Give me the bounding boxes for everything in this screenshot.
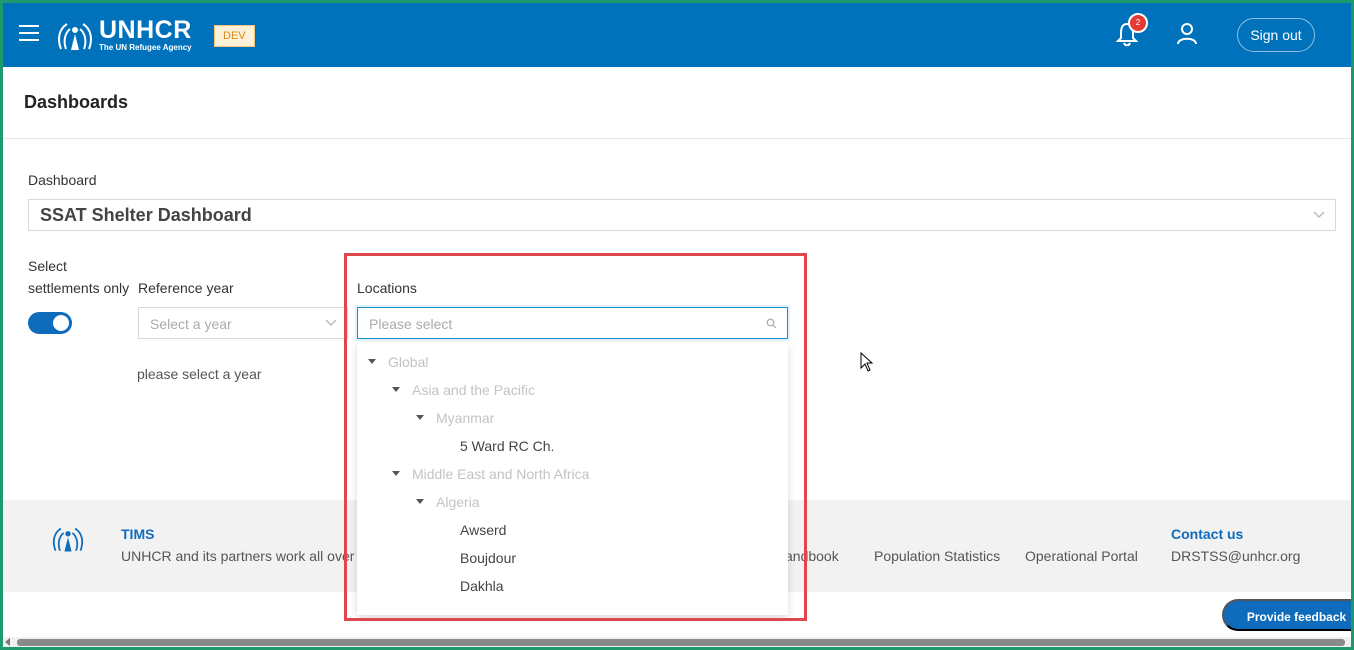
- caret-down-icon[interactable]: [368, 359, 376, 364]
- footer-contact-title: Contact us: [1171, 526, 1244, 542]
- env-badge: DEV: [214, 25, 255, 47]
- caret-down-icon[interactable]: [416, 415, 424, 420]
- scrollbar-thumb[interactable]: [17, 639, 1345, 646]
- brand-tagline: The UN Refugee Agency: [99, 43, 192, 52]
- brand-name: UNHCR: [99, 16, 192, 44]
- footer-link-handbook[interactable]: andbook: [785, 548, 839, 564]
- footer-title: TIMS: [121, 526, 155, 542]
- footer-description: UNHCR and its partners work all over t: [121, 548, 361, 564]
- tree-node-myanmar: Myanmar: [436, 410, 495, 426]
- toggle-knob: [53, 315, 69, 331]
- user-icon[interactable]: [1175, 21, 1199, 45]
- tree-node-5-ward-rc[interactable]: 5 Ward RC Ch.: [460, 438, 554, 454]
- tree-node-awserd[interactable]: Awserd: [460, 522, 506, 538]
- scroll-left-icon[interactable]: [5, 638, 10, 646]
- caret-down-icon[interactable]: [392, 471, 400, 476]
- unhcr-logo-icon: [52, 527, 84, 552]
- locations-search-input[interactable]: Please select: [357, 307, 788, 339]
- caret-down-icon[interactable]: [416, 499, 424, 504]
- tree-node-algeria: Algeria: [436, 494, 480, 510]
- reference-year-label: Reference year: [138, 280, 234, 296]
- settlements-label-line2: settlements only: [28, 280, 130, 296]
- settlements-label-line1: Select: [28, 258, 67, 274]
- mouse-cursor-icon: [860, 352, 874, 372]
- footer-link-population-statistics[interactable]: Population Statistics: [874, 548, 1000, 564]
- dashboard-selected-value: SSAT Shelter Dashboard: [40, 205, 252, 225]
- page-title: Dashboards: [24, 92, 129, 112]
- sign-out-button[interactable]: Sign out: [1237, 18, 1315, 52]
- tree-node-boujdour[interactable]: Boujdour: [460, 550, 516, 566]
- chevron-down-icon: [325, 319, 337, 327]
- unhcr-logo-icon: [58, 23, 92, 50]
- locations-tree-dropdown: Global Asia and the Pacific Myanmar 5 Wa…: [357, 343, 788, 615]
- settlements-only-toggle[interactable]: [28, 312, 72, 334]
- dashboard-select[interactable]: SSAT Shelter Dashboard: [28, 199, 1336, 231]
- tree-node-dakhla[interactable]: Dakhla: [460, 578, 504, 594]
- reference-year-select[interactable]: Select a year: [138, 307, 348, 339]
- horizontal-scrollbar[interactable]: [3, 637, 1351, 647]
- tree-node-asia-pacific: Asia and the Pacific: [412, 382, 535, 398]
- divider: [3, 138, 1351, 139]
- caret-down-icon[interactable]: [392, 387, 400, 392]
- notification-count-badge: 2: [1128, 13, 1148, 33]
- locations-label: Locations: [357, 280, 417, 296]
- provide-feedback-button[interactable]: Provide feedback: [1222, 599, 1354, 631]
- dashboard-label: Dashboard: [28, 172, 97, 188]
- footer-contact-email[interactable]: DRSTSS@unhcr.org: [1171, 548, 1300, 564]
- chevron-down-icon: [1313, 211, 1325, 219]
- tree-node-global: Global: [388, 354, 429, 370]
- search-icon: [766, 318, 777, 329]
- tree-node-mena: Middle East and North Africa: [412, 466, 590, 482]
- reference-year-placeholder: Select a year: [150, 316, 232, 332]
- hamburger-icon[interactable]: [19, 25, 39, 41]
- reference-year-hint: please select a year: [137, 366, 262, 382]
- top-navbar: UNHCR The UN Refugee Agency DEV 2 Sign o…: [3, 3, 1351, 67]
- footer-link-operational-portal[interactable]: Operational Portal: [1025, 548, 1138, 564]
- brand: UNHCR The UN Refugee Agency: [99, 17, 192, 53]
- locations-placeholder: Please select: [369, 316, 453, 332]
